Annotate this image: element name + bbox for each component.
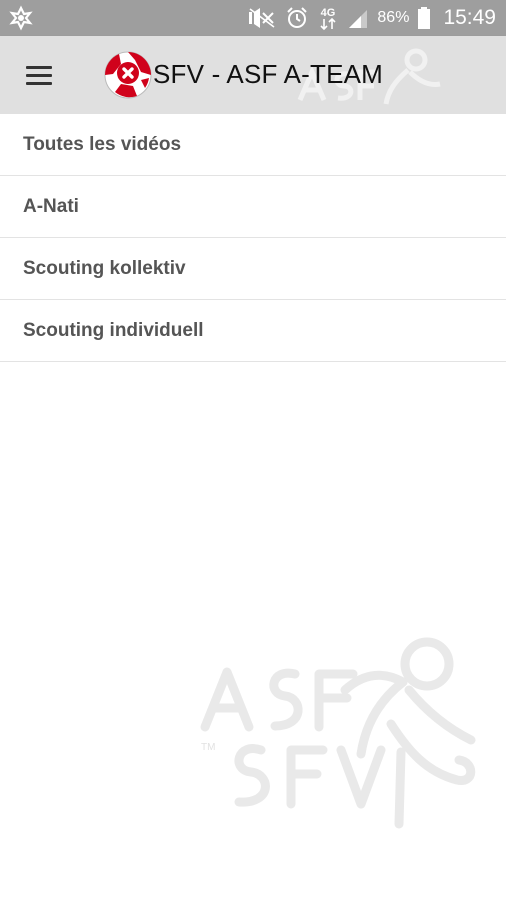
page-title: SFV - ASF A-TEAM [153,59,384,89]
network-4g-icon: 4G [320,7,336,31]
list-item-label: A-Nati [23,195,79,217]
list-item-label: Scouting kollektiv [23,257,186,279]
list-item-scouting-kollektiv[interactable]: Scouting kollektiv [0,238,506,300]
swiss-football-logo [104,51,152,99]
svg-text:4G: 4G [321,7,336,19]
list-item-scouting-individuell[interactable]: Scouting individuell [0,300,506,362]
battery-icon [418,7,431,29]
svg-text:TM: TM [201,742,215,753]
hamburger-menu-icon[interactable] [22,60,56,90]
list-item-label: Scouting individuell [23,319,204,341]
list-item-toutes-les-videos[interactable]: Toutes les vidéos [0,114,506,176]
video-category-list: Toutes les vidéos A-Nati Scouting kollek… [0,114,506,362]
asf-sfv-watermark-logo: TM [200,637,476,829]
alarm-icon [287,7,308,28]
mute-icon [249,8,275,28]
battery-percentage: 86% [377,9,410,26]
status-bar: 4G 86% 15:49 [0,0,506,36]
signal-icon [349,10,368,28]
status-time: 15:49 [443,6,496,29]
list-item-a-nati[interactable]: A-Nati [0,176,506,238]
list-item-label: Toutes les vidéos [23,133,182,155]
app-notification-icon [9,5,33,31]
app-bar: SFV - ASF A-TEAM [0,36,506,114]
